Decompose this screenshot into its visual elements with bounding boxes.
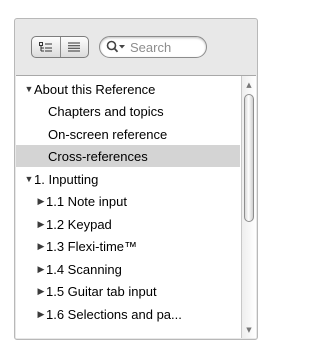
tree-row-label: About this Reference [34, 81, 156, 97]
disclosure-collapsed-icon[interactable]: ▶ [36, 219, 46, 230]
disclosure-collapsed-icon[interactable]: ▶ [36, 264, 46, 275]
tree-row-label: 1.1 Note input [46, 193, 127, 209]
tree-row-selected[interactable]: Cross-references [16, 145, 240, 167]
disclosure-collapsed-icon[interactable]: ▶ [36, 309, 46, 320]
disclosure-collapsed-icon[interactable]: ▶ [36, 286, 46, 297]
tree-row[interactable]: ▼ About this Reference [16, 78, 240, 100]
tree-row-label: On-screen reference [48, 126, 168, 142]
scroll-down-arrow-icon[interactable]: ▼ [242, 323, 256, 336]
view-mode-toggle [31, 36, 89, 58]
tree-row[interactable]: On-screen reference [16, 123, 240, 145]
tree-row[interactable]: ▶ 1.3 Flexi-time™ [16, 235, 240, 257]
outline-view-button[interactable] [32, 37, 60, 57]
navigator-toolbar [15, 19, 257, 63]
list-view-icon [68, 42, 81, 52]
tree-row[interactable]: ▶ 1.6 Selections and pa... [16, 303, 240, 325]
tree-row[interactable]: ▶ 1.4 Scanning [16, 258, 240, 280]
topic-tree: ▼ About this Reference Chapters and topi… [16, 75, 256, 338]
disclosure-collapsed-icon[interactable]: ▶ [36, 196, 46, 207]
scroll-up-arrow-icon[interactable]: ▲ [242, 78, 256, 91]
tree-row-label: 1.3 Flexi-time™ [46, 238, 138, 254]
scrollbar-thumb[interactable] [244, 94, 254, 222]
tree-row-label: 1.5 Guitar tab input [46, 283, 157, 299]
vertical-scrollbar[interactable]: ▲ ▼ [241, 76, 256, 338]
navigator-panel: ▼ About this Reference Chapters and topi… [14, 18, 258, 340]
disclosure-expanded-icon[interactable]: ▼ [24, 174, 34, 184]
tree-row-label: 1.4 Scanning [46, 261, 122, 277]
tree-row-label: Chapters and topics [48, 103, 164, 119]
tree-row-label: 1.6 Selections and pa... [46, 306, 182, 322]
tree-row-label: 1. Inputting [34, 171, 99, 187]
outline-view-icon [38, 41, 52, 51]
tree-row-label: 1.2 Keypad [46, 216, 112, 232]
tree-row[interactable]: ▼ 1. Inputting [16, 168, 240, 190]
list-view-button[interactable] [59, 37, 89, 57]
search-dropdown-icon[interactable] [106, 40, 128, 54]
tree-row[interactable]: ▶ 1.5 Guitar tab input [16, 280, 240, 302]
search-input[interactable] [128, 39, 200, 55]
tree-row[interactable]: ▶ 1.1 Note input [16, 190, 240, 212]
tree-row-label: Cross-references [48, 148, 148, 164]
disclosure-expanded-icon[interactable]: ▼ [24, 84, 34, 94]
disclosure-collapsed-icon[interactable]: ▶ [36, 241, 46, 252]
tree-row[interactable]: Chapters and topics [16, 100, 240, 122]
search-field[interactable] [99, 36, 207, 58]
tree-row[interactable]: ▶ 1.2 Keypad [16, 213, 240, 235]
